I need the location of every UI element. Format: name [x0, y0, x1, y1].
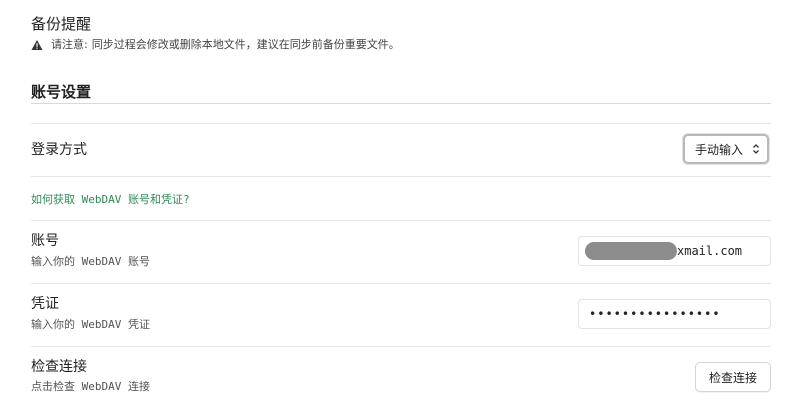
check-connection-description: 点击检查 WebDAV 连接 [31, 380, 150, 393]
section-divider [31, 103, 771, 104]
notice-text: 同步过程会修改或删除本地文件，建议在同步前备份重要文件。 [91, 38, 400, 51]
login-method-label: 登录方式 [31, 142, 87, 158]
login-method-select[interactable]: 手动输入 [683, 134, 769, 164]
check-connection-label: 检查连接 [31, 359, 87, 375]
credential-label: 凭证 [31, 296, 59, 312]
account-label: 账号 [31, 233, 59, 249]
backup-reminder-title: 备份提醒 [31, 15, 92, 33]
row-divider [31, 176, 771, 177]
account-description: 输入你的 WebDAV 账号 [31, 255, 150, 268]
backup-notice: 请注意: 同步过程会修改或删除本地文件，建议在同步前备份重要文件。 [31, 37, 400, 53]
credential-password-input[interactable]: •••••••••••••••• [578, 299, 771, 329]
webdav-help-link[interactable]: 如何获取 WebDAV 账号和凭证? [31, 192, 190, 208]
check-connection-button[interactable]: 检查连接 [695, 362, 771, 392]
warning-triangle-icon [31, 40, 43, 50]
credential-description: 输入你的 WebDAV 凭证 [31, 318, 150, 331]
account-value: xmail.com [677, 244, 743, 258]
row-divider [31, 123, 771, 124]
row-divider [31, 346, 771, 347]
account-settings-heading: 账号设置 [31, 83, 92, 101]
row-divider [31, 220, 771, 221]
redacted-text-mask [585, 242, 677, 260]
notice-label: 请注意: [51, 38, 88, 51]
account-input[interactable]: xmail.com [578, 236, 771, 266]
sync-settings-panel: 备份提醒 请注意: 同步过程会修改或删除本地文件，建议在同步前备份重要文件。 账… [0, 0, 802, 408]
chevron-updown-icon [753, 144, 759, 154]
login-method-selected: 手动输入 [695, 142, 744, 157]
row-divider [31, 283, 771, 284]
